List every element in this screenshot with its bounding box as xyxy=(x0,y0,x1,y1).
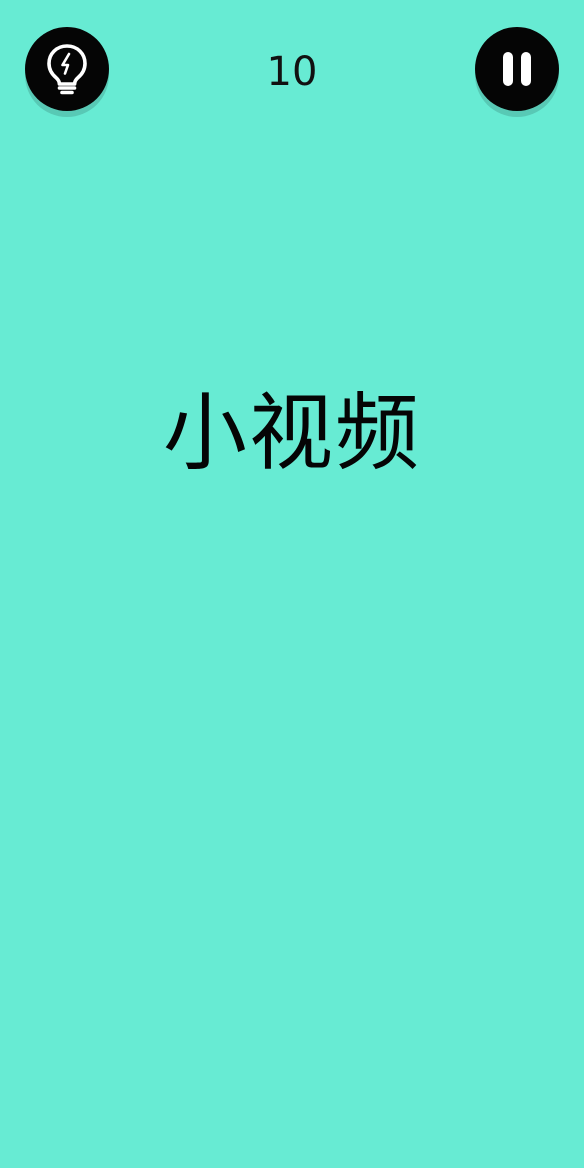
game-screen[interactable]: 10 小视频 xyxy=(0,0,584,1168)
hint-button[interactable] xyxy=(25,27,109,111)
score-counter: 10 xyxy=(266,49,318,95)
pause-icon xyxy=(503,52,531,86)
lightbulb-icon xyxy=(47,44,87,95)
guess-word: 小视频 xyxy=(162,384,421,482)
pause-button[interactable] xyxy=(475,27,559,111)
